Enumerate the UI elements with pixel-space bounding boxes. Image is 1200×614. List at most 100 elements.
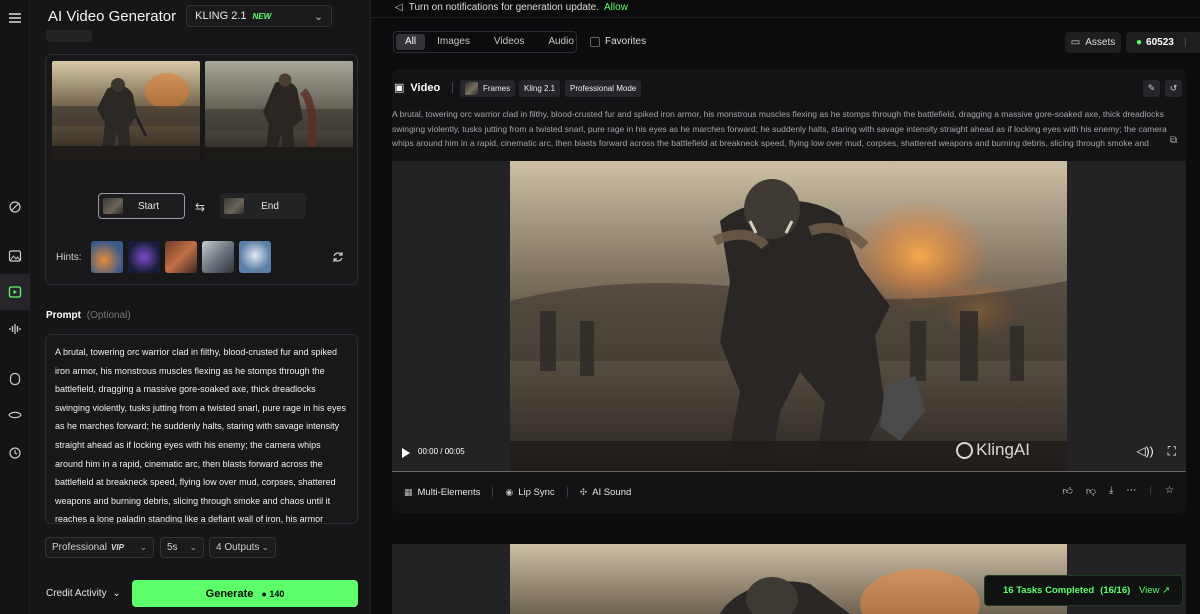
thumbs-up-icon[interactable]: 👍︎	[1062, 485, 1072, 497]
edit-icon[interactable]: ✎	[1143, 80, 1160, 97]
generator-title: AI Video Generator	[48, 7, 177, 25]
video-title: Video	[410, 81, 441, 94]
audio-icon[interactable]	[0, 311, 30, 347]
video-card-header: ▣ Video Frames Kling 2.1 Professional Mo…	[392, 79, 1186, 97]
hint-thumb[interactable]	[202, 241, 234, 273]
video-card-title: ▣ Video	[394, 81, 462, 94]
divider	[371, 17, 1200, 18]
generator-header: AI Video Generator KLING 2.1 NEW ⌄	[48, 5, 333, 27]
divider	[452, 82, 454, 93]
reuse-icon[interactable]: ↺	[1165, 80, 1182, 97]
copy-icon[interactable]: ⧉	[1170, 135, 1177, 146]
fullscreen-icon[interactable]: ⛶	[1168, 444, 1176, 459]
credit-activity-button[interactable]: Credit Activity ⌄	[46, 588, 121, 599]
tab-images[interactable]: Images	[425, 34, 482, 50]
toast-count: (16/16)	[1100, 585, 1131, 596]
assets-button[interactable]: ▭ Assets	[1065, 32, 1121, 53]
model-icon[interactable]	[0, 361, 30, 397]
generate-label: Generate	[205, 587, 254, 600]
chevron-down-icon: ⌄	[313, 10, 324, 23]
generate-cost: ● 140	[261, 589, 284, 599]
multi-elements-button[interactable]: ▦ Multi-Elements	[404, 487, 480, 498]
thumbs-down-icon[interactable]: 👎︎	[1086, 485, 1096, 497]
mode-select[interactable]: Professional VIP ⌄	[45, 537, 154, 558]
tab-audio[interactable]: Audio	[536, 34, 586, 50]
start-thumb	[103, 198, 123, 214]
divider: |	[1149, 485, 1153, 496]
hint-thumb[interactable]	[239, 241, 271, 273]
duration-select[interactable]: 5s ⌄	[160, 537, 204, 558]
end-frame-image[interactable]	[205, 61, 353, 160]
tab-videos[interactable]: Videos	[482, 34, 536, 50]
chevron-down-icon: ⌄	[189, 542, 197, 552]
toast-view-link[interactable]: View ↗	[1139, 585, 1170, 596]
video-tools: ▦ Multi-Elements ◉ Lip Sync ✣ AI Sound 👍…	[392, 474, 1186, 510]
tool-label: Multi-Elements	[417, 486, 481, 498]
model-name: KLING 2.1	[195, 10, 247, 22]
hint-thumb[interactable]	[91, 241, 123, 273]
video-frame	[510, 161, 1067, 472]
credits-separator: |	[1183, 37, 1187, 48]
prompt-input[interactable]: A brutal, towering orc warrior clad in f…	[45, 334, 358, 524]
mode-tab-stub[interactable]	[46, 30, 92, 42]
refresh-icon[interactable]	[332, 251, 344, 266]
chip-label: Frames	[483, 84, 511, 93]
multi-elements-icon: ▦	[404, 486, 413, 497]
credits-balance[interactable]: ● 60523 |	[1126, 32, 1200, 53]
start-frame-button[interactable]: Start	[98, 193, 185, 219]
progress-bar[interactable]	[392, 471, 1186, 472]
more-icon[interactable]: ⋯	[1126, 485, 1136, 497]
end-label: End	[261, 200, 279, 212]
ai-sound-button[interactable]: ✣ AI Sound	[580, 487, 632, 498]
swap-icon[interactable]: ⇆	[195, 200, 205, 214]
video-player[interactable]: KlingAI 00:00 / 00:05 ◁)) ⛶	[392, 161, 1186, 472]
tab-all[interactable]: All	[396, 34, 426, 50]
favorites-toggle[interactable]: Favorites	[590, 36, 646, 47]
main-area: ◁ Turn on notifications for generation u…	[371, 0, 1200, 614]
filter-tabs: All Images Videos Audio	[393, 31, 577, 53]
credit-drop-icon: ●	[261, 588, 267, 599]
end-frame-button[interactable]: End	[220, 193, 306, 219]
video-description: A brutal, towering orc warrior clad in f…	[392, 109, 1167, 149]
credit-activity-label: Credit Activity	[46, 588, 107, 599]
generate-cost-value: 140	[269, 588, 285, 599]
mode-chip: Professional Mode	[565, 80, 642, 97]
outputs-select[interactable]: 4 Outputs ⌄	[209, 537, 276, 558]
player-controls: 00:00 / 00:05 ◁)) ⛶	[392, 438, 1186, 472]
credit-drop-icon: ●	[1136, 37, 1143, 48]
folder-icon: ▭	[1070, 37, 1081, 48]
start-frame-image[interactable]	[52, 61, 200, 160]
allow-notifications-link[interactable]: Allow	[604, 2, 628, 13]
effects-icon[interactable]	[0, 189, 30, 225]
player-right-controls: ◁)) ⛶	[1136, 444, 1176, 459]
tool-label: Lip Sync	[518, 486, 555, 498]
chevron-down-icon: ⌄	[261, 542, 269, 552]
play-icon[interactable]	[402, 448, 410, 458]
assets-label: Assets	[1085, 37, 1116, 48]
generate-button[interactable]: Generate ● 140	[132, 580, 358, 607]
hint-thumb[interactable]	[128, 241, 160, 273]
menu-icon[interactable]	[0, 0, 30, 36]
lip-sync-button[interactable]: ◉ Lip Sync	[505, 487, 554, 498]
video-actions: 👍︎ 👎︎ ⤓ ⋯ | ☆	[1062, 485, 1174, 497]
download-icon[interactable]: ⤓	[1109, 485, 1113, 497]
video-time: 00:00 / 00:05	[418, 447, 465, 456]
notification-bar: ◁ Turn on notifications for generation u…	[395, 2, 628, 13]
bell-icon: ◁	[395, 2, 403, 13]
outputs-value: 4 Outputs	[216, 542, 260, 553]
video-icon[interactable]	[0, 274, 30, 310]
model-select[interactable]: KLING 2.1 NEW ⌄	[186, 5, 333, 27]
star-icon[interactable]: ☆	[1165, 485, 1174, 497]
image-icon[interactable]	[0, 238, 30, 274]
hint-thumb[interactable]	[165, 241, 197, 273]
tool-label: AI Sound	[592, 486, 632, 498]
chevron-down-icon: ⌄	[139, 542, 147, 552]
toast-view-label: View	[1138, 585, 1160, 596]
eye-icon[interactable]	[0, 397, 30, 433]
history-icon[interactable]	[0, 435, 30, 471]
favorites-checkbox[interactable]	[590, 36, 600, 47]
video-icon: ▣	[394, 82, 405, 94]
prompt-text[interactable]: A brutal, towering orc warrior clad in f…	[55, 343, 348, 523]
divider	[492, 487, 494, 497]
volume-icon[interactable]: ◁))	[1136, 444, 1153, 459]
